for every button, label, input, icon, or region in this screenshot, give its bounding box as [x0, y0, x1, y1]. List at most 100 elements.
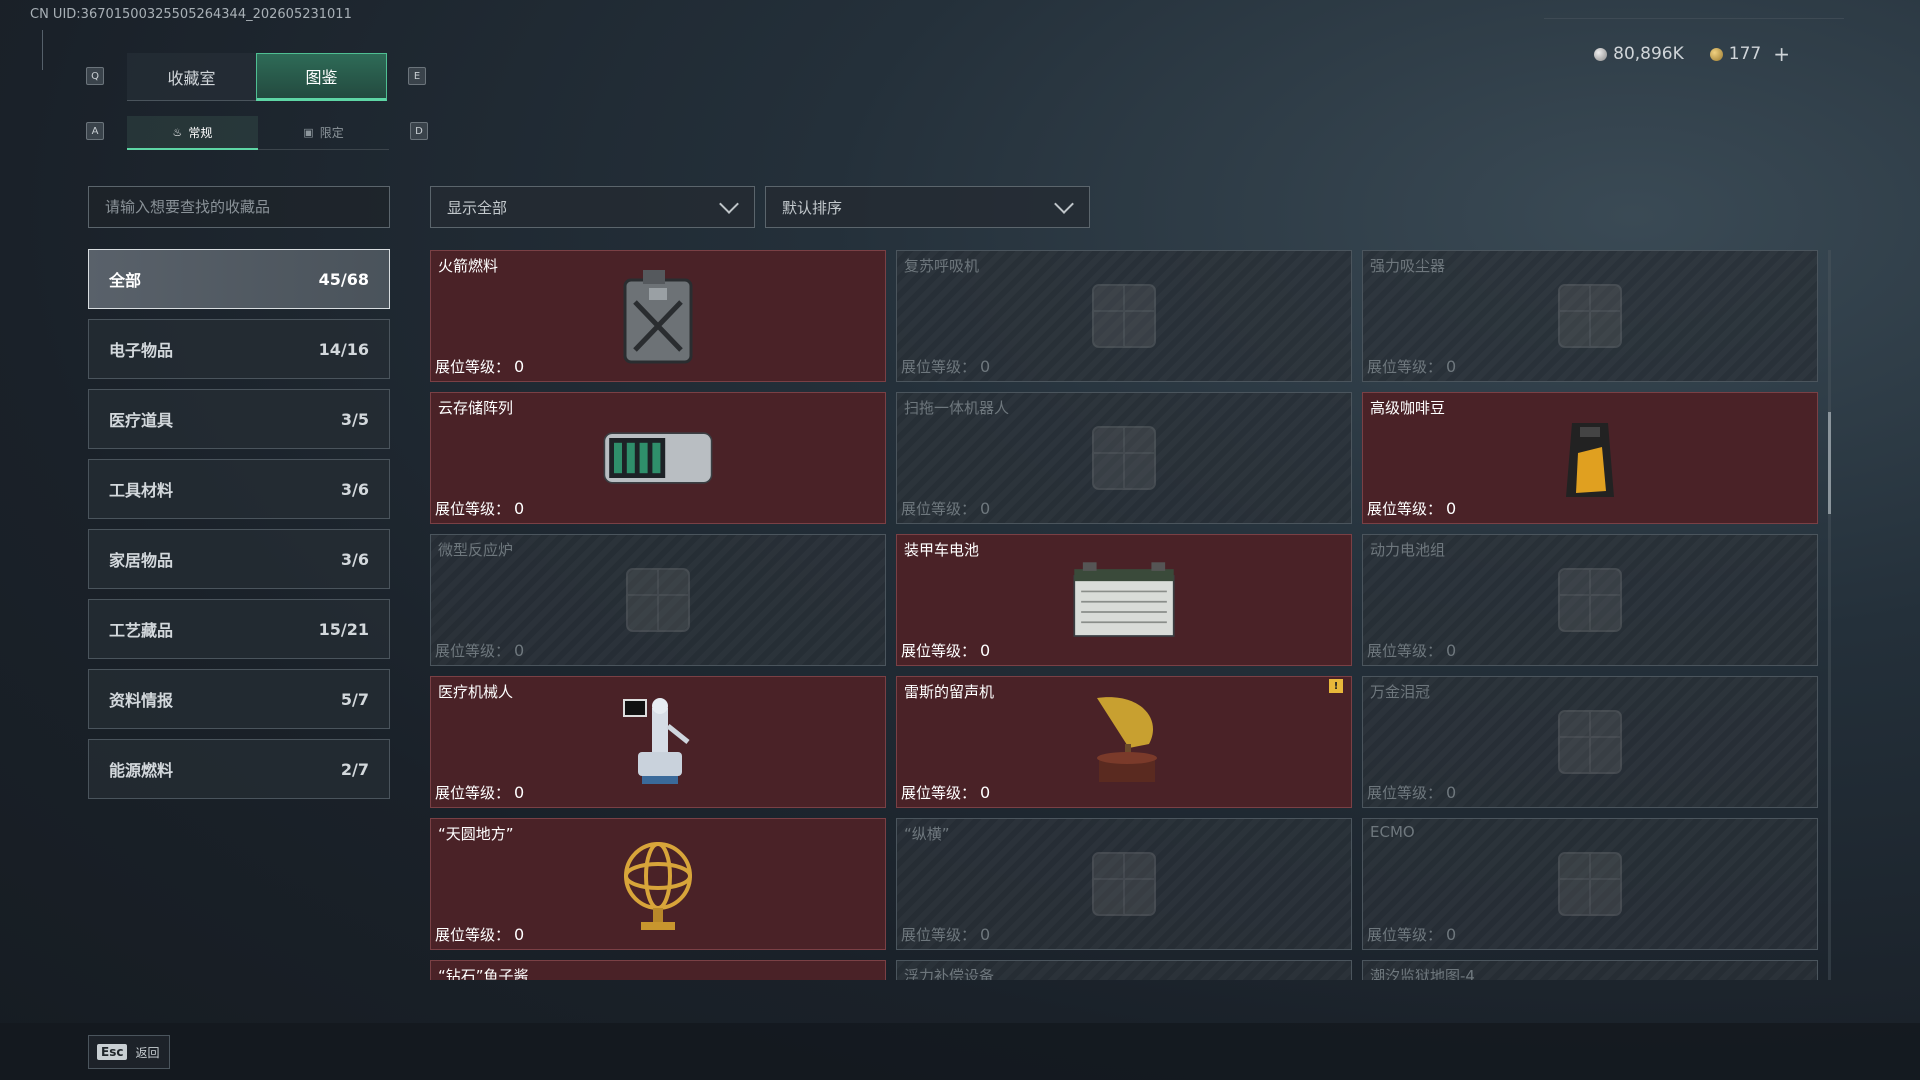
gold-amount: 177 — [1728, 44, 1762, 64]
category-label: 工艺藏品 — [109, 621, 174, 640]
key-hint-q: Q — [86, 67, 104, 85]
collection-item-card[interactable]: ECMO 展位等级： 0 — [1362, 818, 1818, 950]
tab-collection-room[interactable]: 收藏室 — [127, 53, 256, 101]
category-electronics[interactable]: 电子物品 14/16 — [88, 319, 390, 379]
scrollbar-track[interactable] — [1828, 250, 1831, 980]
item-level-label: 展位等级： — [1367, 358, 1443, 376]
subtab-limited[interactable]: ▣ 限定 — [258, 116, 389, 150]
item-name: 云存储阵列 — [438, 399, 514, 417]
bcd-icon — [1064, 971, 1184, 980]
collection-item-card[interactable]: 微型反应炉 展位等级： 0 — [430, 534, 886, 666]
esc-key: Esc — [97, 1044, 128, 1060]
category-label: 电子物品 — [109, 341, 174, 360]
item-level-label: 展位等级： — [435, 784, 511, 802]
image-icon: ▣ — [303, 126, 314, 139]
collection-item-card[interactable]: “天圆地方” 展位等级： 0 — [430, 818, 886, 950]
collection-item-card[interactable]: 扫拖一体机器人 展位等级： 0 — [896, 392, 1352, 524]
collection-item-card[interactable]: 火箭燃料 展位等级： 0 — [430, 250, 886, 382]
currency-silver: 80,896K — [1594, 44, 1684, 64]
armillary-sphere-icon — [598, 829, 718, 939]
collection-item-card[interactable]: 雷斯的留声机 展位等级： 0! — [896, 676, 1352, 808]
item-level: 展位等级： 0 — [1367, 498, 1456, 519]
collection-item-card[interactable]: “钻石”鱼子酱展位等级：0 — [430, 960, 886, 980]
category-all[interactable]: 全部 45/68 — [88, 249, 390, 309]
collection-item-card[interactable]: 动力电池组展位等级： 0 — [1362, 534, 1818, 666]
item-level: 展位等级： 0 — [1367, 924, 1456, 945]
category-medical[interactable]: 医疗道具 3/5 — [88, 389, 390, 449]
item-level: 展位等级： 0 — [1367, 356, 1456, 377]
add-currency-button[interactable]: + — [1773, 42, 1790, 66]
scrollbar-thumb[interactable] — [1828, 412, 1831, 514]
collection-item-card[interactable]: 装甲车电池 展位等级： 0 — [896, 534, 1352, 666]
item-level-label: 展位等级： — [901, 926, 977, 944]
reactor-icon — [598, 545, 718, 655]
item-name: 医疗机械人 — [438, 683, 514, 701]
item-level-value: 0 — [980, 357, 991, 376]
item-name: 复苏呼吸机 — [904, 257, 980, 275]
collection-item-card[interactable]: 潮汐监狱地图-4展位等级：0 — [1362, 960, 1818, 980]
item-name: 浮力补偿设备 — [904, 967, 995, 980]
collection-item-card[interactable]: 强力吸尘器展位等级： 0 — [1362, 250, 1818, 382]
search-input[interactable] — [88, 186, 390, 228]
item-level-label: 展位等级： — [435, 642, 511, 660]
category-household[interactable]: 家居物品 3/6 — [88, 529, 390, 589]
collection-item-card[interactable]: 高级咖啡豆 展位等级： 0 — [1362, 392, 1818, 524]
item-level: 展位等级： 0 — [435, 356, 524, 377]
collection-item-card[interactable]: 浮力补偿设备展位等级：0 — [896, 960, 1352, 980]
item-level: 展位等级： 0 — [901, 498, 990, 519]
item-level-value: 0 — [514, 641, 525, 660]
category-energy[interactable]: 能源燃料 2/7 — [88, 739, 390, 799]
item-level: 展位等级： 0 — [1367, 782, 1456, 803]
ecmo-icon — [1530, 829, 1650, 939]
key-hint-e: E — [408, 67, 426, 85]
item-name: 装甲车电池 — [904, 541, 980, 559]
tab-codex[interactable]: 图鉴 — [256, 53, 387, 101]
item-level-label: 展位等级： — [901, 500, 977, 518]
gold-coin-icon — [1709, 47, 1723, 61]
subtab-regular[interactable]: ♨ 常规 — [127, 116, 258, 150]
item-level: 展位等级： 0 — [1367, 640, 1456, 661]
battery-icon — [1064, 545, 1184, 655]
collection-item-card[interactable]: 复苏呼吸机展位等级： 0 — [896, 250, 1352, 382]
board-icon — [1064, 829, 1184, 939]
jerrycan-icon — [598, 261, 718, 371]
category-intel[interactable]: 资料情报 5/7 — [88, 669, 390, 729]
back-button[interactable]: Esc 返回 — [88, 1035, 170, 1069]
filter-value: 显示全部 — [447, 198, 508, 217]
filter-dropdown[interactable]: 显示全部 — [430, 186, 755, 228]
item-level-value: 0 — [514, 499, 525, 518]
medical-robot-icon — [598, 687, 718, 797]
bottom-bar — [0, 1023, 1920, 1080]
item-level-label: 展位等级： — [435, 500, 511, 518]
uid-text: CN UID:36701500325505264344_202605231011 — [30, 7, 352, 22]
item-level-value: 0 — [1446, 641, 1457, 660]
map-icon — [1530, 971, 1650, 980]
category-count: 3/5 — [340, 409, 369, 429]
item-name: 扫拖一体机器人 — [904, 399, 1010, 417]
category-label: 能源燃料 — [109, 761, 174, 780]
item-level-label: 展位等级： — [901, 358, 977, 376]
collection-item-card[interactable]: 医疗机械人 展位等级： 0 — [430, 676, 886, 808]
flame-icon: ♨ — [172, 125, 183, 139]
category-crafts[interactable]: 工艺藏品 15/21 — [88, 599, 390, 659]
item-name: 强力吸尘器 — [1370, 257, 1446, 275]
item-name: “钻石”鱼子酱 — [438, 967, 529, 980]
item-name: 雷斯的留声机 — [904, 683, 995, 701]
sort-dropdown[interactable]: 默认排序 — [765, 186, 1090, 228]
top-divider — [1544, 18, 1844, 19]
subtab-regular-label: 常规 — [188, 125, 213, 140]
category-count: 14/16 — [318, 339, 369, 359]
category-label: 医疗道具 — [109, 411, 174, 430]
currency-gold: 177 + — [1709, 42, 1790, 66]
item-name: 动力电池组 — [1370, 541, 1446, 559]
category-tools[interactable]: 工具材料 3/6 — [88, 459, 390, 519]
collection-item-card[interactable]: 万金泪冠 展位等级： 0 — [1362, 676, 1818, 808]
item-level-label: 展位等级： — [1367, 500, 1443, 518]
main-tabs: 收藏室 图鉴 — [127, 53, 387, 101]
item-level-value: 0 — [1446, 357, 1457, 376]
collection-item-card[interactable]: 云存储阵列展位等级： 0 — [430, 392, 886, 524]
category-count: 5/7 — [340, 689, 369, 709]
collection-item-card[interactable]: “纵横” 展位等级： 0 — [896, 818, 1352, 950]
item-level: 展位等级： 0 — [901, 782, 990, 803]
category-label: 资料情报 — [109, 691, 174, 710]
